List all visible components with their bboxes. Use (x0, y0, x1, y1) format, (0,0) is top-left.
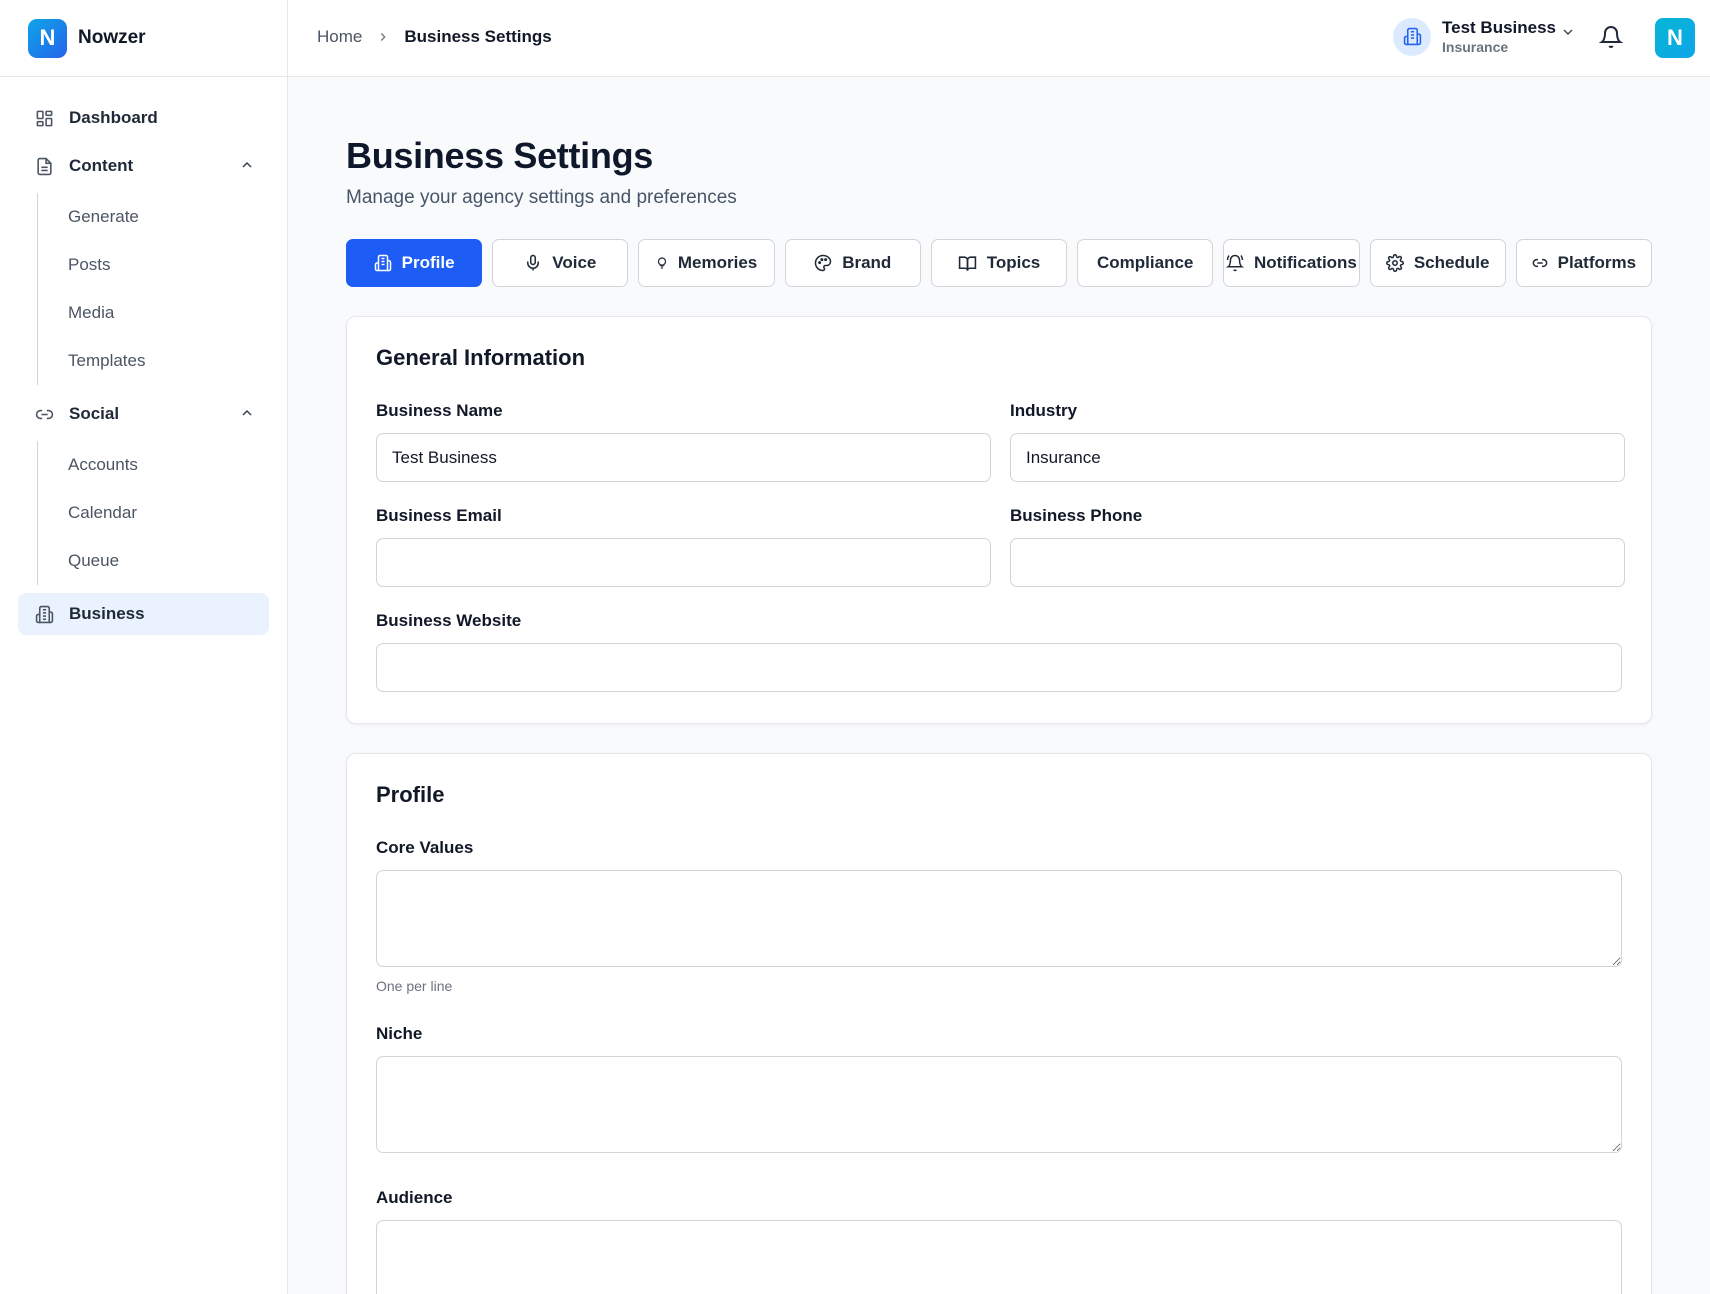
tab-label: Topics (986, 253, 1041, 272)
sidebar-item-label: Social (69, 404, 120, 423)
sidebar-item-posts[interactable]: Posts (38, 241, 287, 289)
tab-label: Voice (552, 253, 597, 272)
tab-label: Platforms (1557, 253, 1637, 272)
audience-textarea[interactable] (376, 1220, 1622, 1294)
business-name-input[interactable] (376, 433, 991, 482)
tab-memories[interactable]: Memories (638, 239, 775, 287)
tab-schedule[interactable]: Schedule (1369, 239, 1506, 287)
link-icon (34, 404, 54, 424)
top-header: Home Business Settings Test Business Ins… (288, 0, 1710, 77)
app-logo: N (28, 18, 67, 58)
settings-tabs: Profile Voice Memories Brand Topics Comp… (346, 239, 1652, 287)
brand[interactable]: N Nowzer (0, 0, 287, 77)
sidebar-nav: Dashboard Content Generate Posts Media T… (0, 77, 287, 635)
profile-card: Profile Core Values One per line Niche A… (346, 753, 1652, 1294)
page-title: Business Settings (346, 135, 653, 176)
field-label: Core Values (376, 838, 474, 857)
tab-topics[interactable]: Topics (930, 239, 1068, 287)
sidebar-item-calendar[interactable]: Calendar (38, 489, 287, 537)
breadcrumb-current: Business Settings (404, 27, 552, 46)
sidebar-item-dashboard[interactable]: Dashboard (18, 97, 269, 139)
sidebar-item-templates[interactable]: Templates (38, 337, 287, 385)
niche-field-group: Niche (376, 1024, 1622, 1158)
audience-field-group: Audience (376, 1188, 1622, 1294)
sidebar-item-label: Business (69, 604, 145, 623)
social-subnav: Accounts Calendar Queue (37, 441, 287, 585)
breadcrumb-home[interactable]: Home (317, 27, 362, 47)
general-information-card: General Information Business Name Indust… (346, 316, 1652, 724)
tab-brand[interactable]: Brand (784, 239, 921, 287)
business-phone-input[interactable] (1010, 538, 1625, 587)
page-subtitle: Manage your agency settings and preferen… (346, 187, 737, 208)
building-icon (1393, 17, 1431, 56)
chevron-up-icon[interactable] (239, 405, 255, 426)
palette-icon (814, 254, 832, 272)
business-name: Test Business (1442, 18, 1557, 37)
sidebar-item-media[interactable]: Media (38, 289, 287, 337)
main-content: Business Settings Manage your agency set… (346, 77, 1652, 1294)
chevron-up-icon[interactable] (239, 157, 255, 178)
business-name-field-group: Business Name (376, 401, 991, 482)
niche-textarea[interactable] (376, 1056, 1622, 1153)
field-label: Business Email (376, 506, 502, 525)
section-title: Profile (376, 782, 445, 807)
chevron-right-icon (376, 30, 390, 44)
gear-icon (1385, 254, 1404, 272)
field-label: Business Name (376, 401, 503, 420)
bell-icon[interactable] (1598, 25, 1624, 54)
field-label: Audience (376, 1188, 453, 1207)
tab-compliance[interactable]: Compliance (1077, 239, 1214, 287)
business-email-field-group: Business Email (376, 506, 991, 587)
business-phone-field-group: Business Phone (1010, 506, 1625, 587)
building-icon (374, 254, 392, 272)
sidebar-item-business[interactable]: Business (18, 593, 269, 635)
field-hint: One per line (376, 978, 453, 994)
microphone-icon (524, 254, 542, 272)
lightbulb-icon (656, 257, 668, 269)
bell-ring-icon (1225, 254, 1244, 272)
link-icon (1532, 255, 1548, 271)
tab-platforms[interactable]: Platforms (1515, 239, 1652, 287)
sidebar-item-label: Content (69, 156, 134, 175)
field-label: Niche (376, 1024, 423, 1043)
avatar[interactable]: N (1655, 18, 1695, 58)
sidebar-item-queue[interactable]: Queue (38, 537, 287, 585)
content-subnav: Generate Posts Media Templates (37, 193, 287, 385)
business-industry: Insurance (1442, 39, 1509, 55)
field-label: Business Phone (1010, 506, 1143, 525)
business-email-input[interactable] (376, 538, 991, 587)
tab-profile[interactable]: Profile (346, 239, 483, 287)
tab-label: Profile (401, 253, 455, 272)
sidebar-item-content[interactable]: Content (18, 145, 269, 187)
building-icon (34, 604, 54, 624)
business-switcher[interactable]: Test Business Insurance (1393, 17, 1576, 56)
industry-field-group: Industry (1010, 401, 1625, 482)
business-website-input[interactable] (376, 643, 1622, 692)
sidebar-item-social[interactable]: Social (18, 393, 269, 435)
tab-label: Compliance (1097, 253, 1194, 272)
sidebar-item-generate[interactable]: Generate (38, 193, 287, 241)
sidebar: N Nowzer Dashboard Content Generate Post… (0, 0, 288, 1294)
section-title: General Information (376, 345, 586, 370)
tab-label: Brand (842, 253, 892, 272)
tab-voice[interactable]: Voice (492, 239, 629, 287)
document-icon (34, 156, 54, 176)
chevron-down-icon (1560, 24, 1576, 45)
field-label: Business Website (376, 611, 522, 630)
tab-label: Memories (677, 253, 758, 272)
core-values-field-group: Core Values One per line (376, 838, 1622, 994)
business-website-field-group: Business Website (376, 611, 1622, 692)
industry-input[interactable] (1010, 433, 1625, 482)
tab-label: Notifications (1253, 253, 1357, 272)
breadcrumb: Home Business Settings (317, 27, 552, 47)
tab-label: Schedule (1413, 253, 1490, 272)
core-values-textarea[interactable] (376, 870, 1622, 967)
book-open-icon (958, 254, 977, 273)
app-name: Nowzer (78, 27, 146, 48)
sidebar-item-accounts[interactable]: Accounts (38, 441, 287, 489)
sidebar-item-label: Dashboard (69, 108, 158, 127)
tab-notifications[interactable]: Notifications (1223, 239, 1360, 287)
dashboard-icon (34, 108, 54, 128)
field-label: Industry (1010, 401, 1078, 420)
